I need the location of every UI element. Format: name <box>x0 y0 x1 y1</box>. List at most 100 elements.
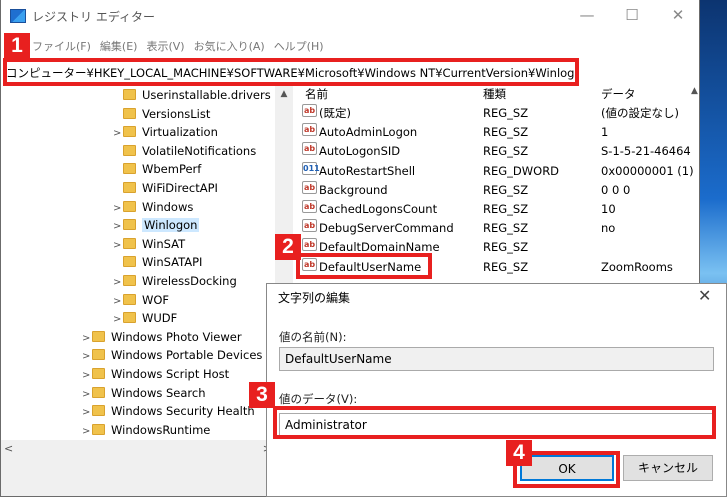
menu-view[interactable]: 表示(V) <box>146 38 184 54</box>
tree-item-label: Windows Security Health <box>111 404 255 419</box>
folder-icon <box>92 405 105 417</box>
close-icon[interactable]: ✕ <box>669 6 687 24</box>
scroll-left-icon[interactable]: < <box>4 442 13 455</box>
edit-string-dialog: 文字列の編集 ✕ 値の名前(N): DefaultUserName 値のデータ(… <box>266 283 727 497</box>
tree-item-label: WirelessDocking <box>142 274 237 288</box>
chevron-right-icon[interactable]: > <box>82 367 92 385</box>
tree-item[interactable]: VolatileNotifications <box>113 142 256 160</box>
tree-item-label: Winlogon <box>142 218 200 233</box>
tree-item[interactable]: > Windows Portable Devices <box>82 346 262 364</box>
binary-value-icon: 011 <box>302 161 320 175</box>
tree-item-label: Windows Portable Devices <box>111 348 263 363</box>
chevron-right-icon[interactable]: > <box>82 423 92 441</box>
value-row[interactable]: 011 AutoRestartShell REG_DWORD 0x00000001 (… <box>295 161 699 181</box>
folder-icon <box>92 368 105 379</box>
tree-item[interactable]: VersionsList <box>113 105 210 123</box>
string-value-icon: ab <box>302 123 317 137</box>
chevron-right-icon[interactable]: > <box>113 125 123 143</box>
value-name: (既定) <box>319 106 351 120</box>
cancel-button[interactable]: キャンセル <box>623 455 713 481</box>
string-value-icon: ab <box>302 219 317 233</box>
tree-item-label: WindowsRuntime <box>111 422 211 437</box>
tree-item[interactable]: > WUDF <box>113 309 177 327</box>
tree-item[interactable]: WiFiDirectAPI <box>113 179 218 197</box>
value-data: 1 <box>601 125 609 140</box>
value-name: AutoLogonSID <box>319 144 401 159</box>
chevron-right-icon[interactable]: > <box>82 330 92 348</box>
callout-number-2: 2 <box>275 234 301 260</box>
value-name: DebugServerCommand <box>319 221 454 236</box>
dialog-title-bar: 文字列の編集 ✕ <box>267 284 727 308</box>
value-data: S-1-5-21-46464 <box>601 144 691 159</box>
tree-item-label: Windows Script Host <box>111 367 230 381</box>
value-type: REG_SZ <box>483 202 529 216</box>
value-row[interactable]: ab DebugServerCommand REG_SZ no <box>295 219 699 238</box>
callout-number-3: 3 <box>249 382 275 408</box>
tree-horizontal-scrollbar[interactable]: < > <box>1 440 275 458</box>
list-scroll-up-icon[interactable]: ▲ <box>691 86 699 100</box>
tree-item[interactable]: Userinstallable.drivers <box>113 86 271 104</box>
chevron-right-icon[interactable]: > <box>82 348 92 366</box>
folder-icon <box>92 386 105 398</box>
chevron-right-icon[interactable]: > <box>113 274 123 292</box>
menu-file[interactable]: ファイル(F) <box>32 38 91 54</box>
dialog-title: 文字列の編集 <box>278 291 351 305</box>
chevron-right-icon[interactable]: > <box>82 386 92 404</box>
minimize-icon[interactable]: — <box>578 6 596 24</box>
tree-item-label: WOF <box>142 292 170 307</box>
tree-item[interactable]: > Windows Search <box>82 384 206 402</box>
scroll-up-icon[interactable]: ▲ <box>275 86 293 102</box>
tree-item-label: Windows <box>142 199 194 214</box>
value-row[interactable]: ab (既定) REG_SZ (値の設定なし) <box>295 104 699 123</box>
value-type: REG_SZ <box>483 182 529 197</box>
key-tree: Userinstallable.drivers VersionsList > Virt… <box>1 86 275 458</box>
tree-item[interactable]: > Windows Security Health <box>82 402 255 420</box>
value-row[interactable]: ab CachedLogonsCount REG_SZ 10 <box>295 200 699 219</box>
chevron-right-icon[interactable]: > <box>113 311 123 329</box>
tree-item[interactable]: > WOF <box>113 291 169 309</box>
callout-box-address <box>3 58 579 86</box>
value-row[interactable]: ab AutoAdminLogon REG_SZ 1 <box>295 123 699 142</box>
tree-item[interactable]: > Windows Script Host <box>82 365 229 383</box>
chevron-right-icon[interactable]: > <box>113 218 123 236</box>
menu-help[interactable]: ヘルプ(H) <box>274 38 324 54</box>
tree-item[interactable]: > WirelessDocking <box>113 272 237 290</box>
tree-item-label: WiFiDirectAPI <box>142 181 218 195</box>
string-value-icon: ab <box>302 142 317 156</box>
column-header-data[interactable]: データ <box>601 86 636 102</box>
chevron-right-icon[interactable]: > <box>82 404 92 422</box>
column-header-name[interactable]: 名前 <box>305 86 328 102</box>
tree-item-label: Windows Search <box>111 385 206 400</box>
chevron-right-icon[interactable]: > <box>113 237 123 255</box>
value-row[interactable]: ab AutoLogonSID REG_SZ S-1-5-21-46464 <box>295 142 699 161</box>
callout-box-default-user-name <box>296 253 432 279</box>
value-data-label: 値のデータ(V): <box>279 392 358 406</box>
value-type: REG_SZ <box>483 259 529 274</box>
menu-favorites[interactable]: お気に入り(A) <box>194 38 265 54</box>
tree-item[interactable]: > Windows Photo Viewer <box>82 328 242 346</box>
tree-item[interactable]: > Windows <box>113 198 193 216</box>
string-value-icon: ab <box>302 238 317 252</box>
tree-item-label: Virtualization <box>142 125 218 140</box>
dialog-close-icon[interactable]: ✕ <box>698 286 711 305</box>
window-title: レジストリ エディター <box>32 10 155 24</box>
menu-bar: ファイル(F) 編集(E) 表示(V) お気に入り(A) ヘルプ(H) <box>1 38 699 56</box>
tree-item[interactable]: WbemPerf <box>113 160 201 178</box>
value-data: no <box>601 221 616 236</box>
callout-box-value-data <box>273 406 716 439</box>
tree-item[interactable]: > Virtualization <box>113 123 218 141</box>
tree-item[interactable]: > WindowsRuntime <box>82 421 210 439</box>
tree-item[interactable]: > WinSAT <box>113 235 185 253</box>
chevron-right-icon[interactable]: > <box>113 293 123 311</box>
tree-item[interactable]: WinSATAPI <box>113 253 202 271</box>
value-data: 10 <box>601 202 616 216</box>
menu-edit[interactable]: 編集(E) <box>100 38 138 54</box>
value-row[interactable]: ab Background REG_SZ 0 0 0 <box>295 180 699 200</box>
title-bar: レジストリ エディター — ☐ ✕ <box>1 0 699 30</box>
value-type: REG_SZ <box>483 125 529 140</box>
tree-item[interactable]: > Winlogon <box>113 216 200 236</box>
maximize-icon[interactable]: ☐ <box>623 6 641 24</box>
column-header-type[interactable]: 種類 <box>483 86 506 102</box>
value-data: 0x00000001 (1) <box>601 163 694 178</box>
chevron-right-icon[interactable]: > <box>113 200 123 218</box>
